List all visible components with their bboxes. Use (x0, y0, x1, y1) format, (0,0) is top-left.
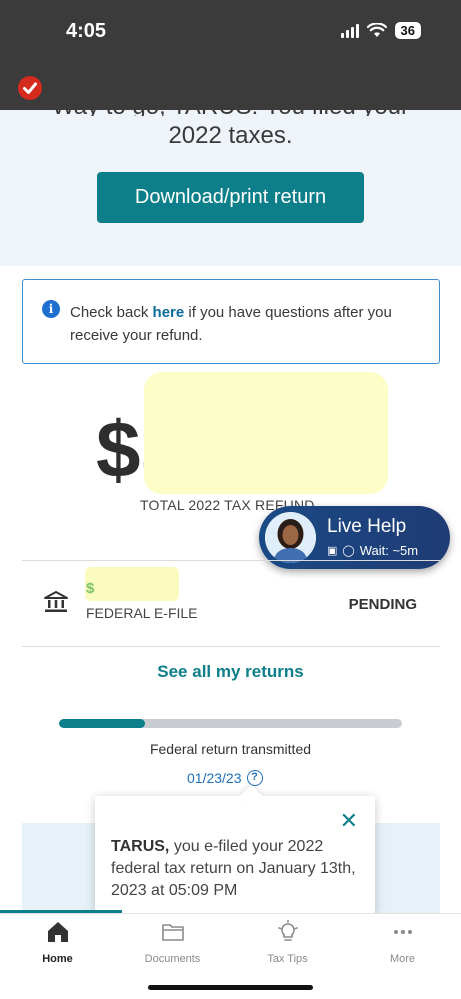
federal-status: PENDING (348, 596, 417, 613)
tooltip-text: TARUS, you e-filed your 2022 federal tax… (111, 836, 361, 902)
tab-documents[interactable]: Documents (115, 920, 230, 965)
return-progress-bar (59, 719, 402, 728)
tab-more[interactable]: More (345, 920, 460, 965)
progress-label: Federal return transmitted (149, 741, 312, 757)
hero-section: Way to go, TARUS! You filed your 2022 ta… (0, 93, 461, 266)
refund-currency: $ (96, 405, 141, 494)
tab-tax-tips[interactable]: Tax Tips (230, 920, 345, 965)
bank-icon (44, 591, 68, 618)
info-text: Check back here if you have questions af… (70, 301, 420, 347)
live-help-wait: ▣ ◯ Wait: ~5m (327, 543, 418, 558)
progress-fill (59, 719, 145, 728)
progress-date-text: 01/23/23 (187, 770, 242, 786)
redaction-highlight (85, 567, 179, 601)
tab-label: Tax Tips (267, 953, 308, 965)
info-here-link[interactable]: here (153, 304, 185, 321)
status-time: 4:05 (66, 20, 107, 42)
home-indicator (148, 985, 313, 990)
tooltip-name: TARUS, (111, 838, 170, 855)
agent-avatar (265, 512, 316, 563)
more-icon (393, 930, 412, 934)
info-icon: i (42, 300, 60, 318)
video-icon: ▣ (327, 545, 338, 557)
battery-indicator: 36 (394, 22, 421, 39)
see-all-returns-link[interactable]: See all my returns (0, 662, 461, 682)
efile-tooltip: ✕ TARUS, you e-filed your 2022 federal t… (95, 784, 375, 913)
hero-headline-line2: 2022 taxes. (168, 122, 293, 149)
federal-efile-label: FEDERAL E-FILE (86, 605, 198, 621)
lightbulb-icon (277, 920, 298, 941)
status-bar: 4:05 36 (0, 0, 461, 110)
chat-icon: ◯ (342, 545, 355, 557)
status-icons: 36 (340, 22, 421, 39)
federal-amount: $ (86, 580, 95, 597)
live-help-title: Live Help (327, 516, 407, 537)
progress-date[interactable]: 01/23/23 ? (187, 770, 263, 786)
divider (22, 646, 440, 647)
folder-icon (161, 924, 184, 941)
redaction-highlight (144, 372, 388, 494)
info-text-prefix: Check back (70, 304, 153, 321)
live-help-wait-text: Wait: ~5m (359, 543, 419, 558)
signal-icon (340, 23, 359, 38)
info-notice: i Check back here if you have questions … (22, 279, 440, 364)
tab-label: Home (42, 953, 73, 965)
tab-label: Documents (144, 953, 201, 965)
tab-home[interactable]: Home (0, 920, 115, 965)
tooltip-arrow (239, 784, 263, 808)
wifi-icon (366, 23, 387, 37)
home-icon (47, 922, 68, 942)
download-print-return-button[interactable]: Download/print return (97, 172, 364, 223)
tab-label: More (389, 953, 416, 965)
close-icon[interactable]: ✕ (340, 809, 358, 834)
divider (22, 560, 440, 561)
question-icon[interactable]: ? (246, 770, 263, 786)
turbotax-logo-icon (18, 76, 42, 100)
